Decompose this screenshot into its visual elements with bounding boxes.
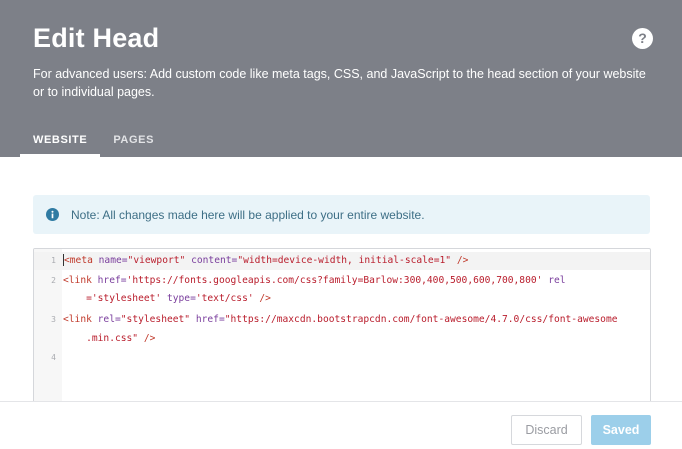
line-number: 4 bbox=[51, 353, 56, 362]
note-text: Note: All changes made here will be appl… bbox=[71, 207, 425, 222]
tab-website[interactable]: WEBSITE bbox=[20, 122, 101, 157]
line-number: 1 bbox=[51, 256, 56, 265]
action-footer: Discard Saved bbox=[0, 401, 682, 449]
line-number: 2 bbox=[51, 276, 56, 285]
info-circle-icon bbox=[46, 208, 59, 221]
line-number: 3 bbox=[51, 315, 56, 324]
info-note: Note: All changes made here will be appl… bbox=[33, 195, 650, 234]
code-line[interactable]: <meta name="viewport" content="width=dev… bbox=[63, 254, 468, 268]
tab-pages[interactable]: PAGES bbox=[100, 122, 167, 157]
discard-button[interactable]: Discard bbox=[511, 415, 582, 445]
code-line-wrapped[interactable]: ='stylesheet' type='text/css' /> bbox=[63, 292, 271, 306]
code-line[interactable]: <link rel="stylesheet" href="https://max… bbox=[63, 313, 618, 327]
code-line[interactable]: <link href='https://fonts.googleapis.com… bbox=[63, 274, 566, 288]
saved-button[interactable]: Saved bbox=[591, 415, 651, 445]
code-editor[interactable]: 1 2 3 4 <meta name="viewport" content="w… bbox=[33, 248, 651, 413]
page-title: Edit Head bbox=[33, 23, 160, 53]
tab-bar: WEBSITE PAGES bbox=[20, 122, 167, 157]
line-gutter bbox=[34, 249, 62, 412]
page-header: Edit Head ? For advanced users: Add cust… bbox=[0, 0, 682, 157]
help-icon[interactable]: ? bbox=[632, 28, 653, 49]
page-description: For advanced users: Add custom code like… bbox=[33, 67, 646, 99]
code-line-wrapped[interactable]: .min.css" /> bbox=[63, 332, 155, 346]
